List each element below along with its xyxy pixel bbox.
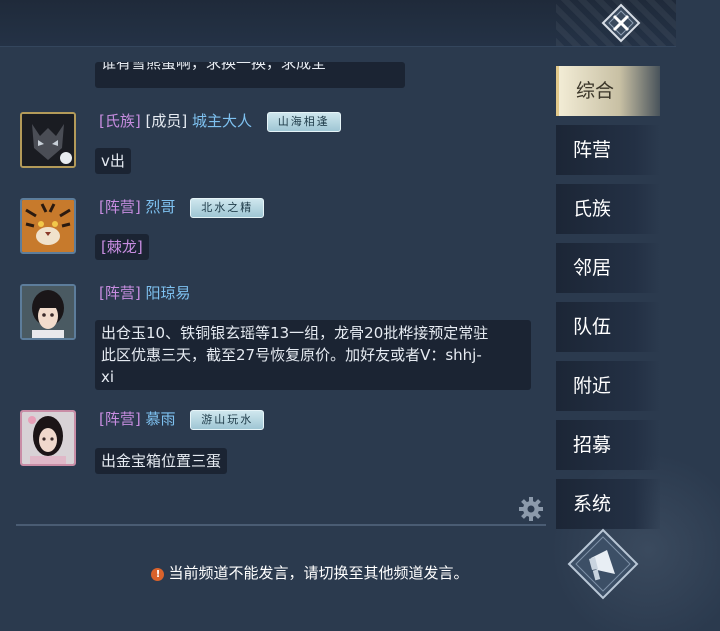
close-diamond-icon	[601, 3, 641, 43]
top-bar	[0, 0, 676, 47]
message-header: [阵营] 慕雨 游山玩水	[99, 408, 265, 430]
channel-tag[interactable]: [阵营]	[99, 198, 141, 216]
chat-bubble: 出仓玉10、铁铜银玄瑶等13一组，龙骨20批桦接预定常驻 此区优惠三天，截至27…	[95, 320, 531, 390]
tiger-avatar	[22, 200, 74, 252]
title-badge: 北水之精	[190, 197, 265, 218]
player-name[interactable]: 烈哥	[146, 198, 176, 216]
girl-avatar	[22, 286, 74, 338]
rank-tag: [成员]	[145, 112, 188, 130]
notice-text: 当前频道不能发言，请切换至其他频道发言。	[168, 564, 469, 582]
woman-avatar	[22, 412, 74, 464]
tab-system[interactable]: 系统	[556, 479, 660, 529]
tab-clan[interactable]: 氏族	[556, 184, 660, 234]
chat-bubble: [棘龙]	[95, 234, 149, 260]
player-name[interactable]: 阳琼易	[146, 284, 191, 302]
broadcast-button[interactable]	[567, 528, 639, 600]
chat-bubble: 出金宝箱位置三蛋	[95, 448, 228, 474]
avatar[interactable]	[20, 410, 76, 466]
chat-text-line: xi	[101, 368, 115, 386]
title-badge: 游山玩水	[190, 409, 265, 430]
chat-text-partial: 谁有雪熊蛋啊，求换一换，求成全	[101, 62, 327, 72]
tab-recruit[interactable]: 招募	[556, 420, 660, 470]
message-header: [阵营] 阳琼易	[99, 282, 191, 304]
player-name[interactable]: 慕雨	[146, 410, 176, 428]
chat-text: 出金宝箱位置三蛋	[101, 452, 222, 470]
avatar[interactable]	[20, 284, 76, 340]
channel-tag[interactable]: [阵营]	[99, 284, 141, 302]
channel-notice: ! 当前频道不能发言，请切换至其他频道发言。	[0, 562, 620, 583]
chat-text-line: 出仓玉10、铁铜银玄瑶等13一组，龙骨20批桦接预定常驻	[101, 324, 489, 342]
channel-tag[interactable]: [阵营]	[99, 410, 141, 428]
chat-message-list[interactable]: 谁有雪熊蛋啊，求换一换，求成全 [氏族] [成员] 城主大人 山海相逢 v出 […	[0, 46, 548, 522]
title-badge: 山海相逢	[266, 111, 341, 132]
avatar[interactable]	[20, 198, 76, 254]
avatar[interactable]	[20, 112, 76, 168]
message-header: [阵营] 烈哥 北水之精	[99, 196, 265, 218]
tab-team[interactable]: 队伍	[556, 302, 660, 352]
tab-nearby[interactable]: 附近	[556, 361, 660, 411]
warning-icon: !	[151, 568, 165, 581]
player-name[interactable]: 城主大人	[192, 112, 252, 130]
chat-bubble: v出	[95, 148, 131, 174]
close-button[interactable]	[601, 3, 641, 43]
tab-faction[interactable]: 阵营	[556, 125, 660, 175]
tab-general[interactable]: 综合	[556, 66, 660, 116]
message-header: [氏族] [成员] 城主大人 山海相逢	[99, 110, 341, 132]
chat-bubble-partial: 谁有雪熊蛋啊，求换一换，求成全	[95, 62, 405, 88]
emote-text[interactable]: [棘龙]	[101, 238, 143, 256]
chat-divider	[16, 524, 546, 526]
tab-neighbor[interactable]: 邻居	[556, 243, 660, 293]
chat-text-line: 此区优惠三天，截至27号恢复原价。加好友或者V：shhj-	[101, 346, 482, 364]
wolf-avatar	[22, 114, 74, 166]
channel-tag[interactable]: [氏族]	[99, 112, 141, 130]
chat-text: v出	[101, 152, 125, 170]
megaphone-icon	[567, 528, 639, 600]
